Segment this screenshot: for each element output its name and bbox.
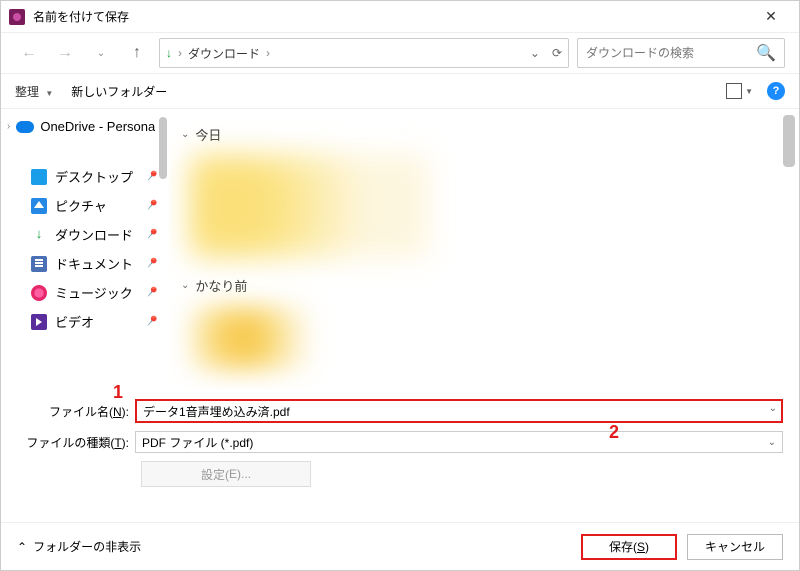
breadcrumb-sep: › <box>178 46 182 60</box>
quick-access-list: デスクトップ📍 ピクチャ📍 ↓ダウンロード📍 ドキュメント📍 ミュージック📍 ビ… <box>1 162 169 336</box>
footer: ⌃ フォルダーの非表示 保存(S) キャンセル <box>1 522 799 570</box>
filename-input[interactable] <box>135 399 783 423</box>
settings-button[interactable]: 設定(E)... <box>141 461 311 487</box>
view-mode-button[interactable]: ▼ <box>726 83 753 99</box>
sidebar-item-label: ミュージック <box>55 283 133 302</box>
chevron-down-icon: ⌄ <box>181 280 189 291</box>
callout-2: 2 <box>609 422 619 443</box>
desktop-icon <box>31 169 47 185</box>
sidebar-item-label: OneDrive - Persona <box>40 119 155 134</box>
address-bar[interactable]: ↓ › ダウンロード › ⌄ ⟳ <box>159 38 569 68</box>
save-button[interactable]: 保存(S) <box>581 534 677 560</box>
form-area: 1 ファイル名(N): ⌄ ファイルの種類(T): PDF ファイル (*.pd… <box>1 389 799 493</box>
search-input[interactable] <box>586 46 756 60</box>
chevron-down-icon: ▼ <box>45 89 53 98</box>
sidebar-item-documents[interactable]: ドキュメント📍 <box>1 249 169 278</box>
onedrive-icon <box>16 121 34 133</box>
downloads-icon: ↓ <box>166 46 172 60</box>
back-button[interactable]: ← <box>15 39 43 67</box>
main-area: › OneDrive - Persona デスクトップ📍 ピクチャ📍 ↓ ダウンロ… <box>1 109 799 389</box>
search-box[interactable]: 🔍 <box>577 38 785 68</box>
chevron-down-icon: ⌄ <box>181 129 189 140</box>
forward-button[interactable]: → <box>51 39 79 67</box>
sidebar-scrollbar[interactable] <box>157 109 169 389</box>
group-label: かなり前 <box>195 276 247 295</box>
pictures-icon <box>31 198 47 214</box>
videos-icon <box>31 314 47 330</box>
organize-label: 整理 <box>15 85 39 99</box>
recent-dropdown[interactable]: ⌄ <box>87 39 115 67</box>
sidebar-item-label: ビデオ <box>55 312 94 331</box>
close-button[interactable]: ✕ <box>751 8 791 25</box>
view-icon <box>726 83 742 99</box>
sidebar: › OneDrive - Persona デスクトップ📍 ピクチャ📍 ↓ ダウンロ… <box>1 109 169 389</box>
sidebar-item-label: ダウンロード <box>55 225 133 244</box>
search-icon[interactable]: 🔍 <box>756 43 776 63</box>
sidebar-item-label: ドキュメント <box>55 254 133 273</box>
app-icon <box>9 9 25 25</box>
documents-icon <box>31 256 47 272</box>
music-icon <box>31 285 47 301</box>
filename-label: ファイル名(N): <box>17 403 135 420</box>
sidebar-item-videos[interactable]: ビデオ📍 <box>1 307 169 336</box>
group-header-today[interactable]: ⌄ 今日 <box>181 125 787 144</box>
sidebar-item-pictures[interactable]: ピクチャ📍 <box>1 191 169 220</box>
breadcrumb-sep: › <box>266 46 270 60</box>
group-label: 今日 <box>195 125 221 144</box>
sidebar-item-desktop[interactable]: デスクトップ📍 <box>1 162 169 191</box>
file-list[interactable]: ⌄ 今日 ⌄ かなり前 <box>169 109 799 389</box>
filetype-value: PDF ファイル (*.pdf) <box>142 434 253 451</box>
blurred-thumbnail <box>189 305 309 371</box>
organize-menu[interactable]: 整理 ▼ <box>15 83 53 100</box>
title-bar: 名前を付けて保存 ✕ <box>1 1 799 33</box>
scrollbar-thumb[interactable] <box>159 117 167 179</box>
blurred-thumbnails <box>189 154 429 258</box>
group-header-long-ago[interactable]: ⌄ かなり前 <box>181 276 787 295</box>
expand-icon[interactable]: › <box>7 121 10 132</box>
window-title: 名前を付けて保存 <box>33 8 751 25</box>
toolbar: 整理 ▼ 新しいフォルダー ▼ ? <box>1 73 799 109</box>
sidebar-item-downloads[interactable]: ↓ダウンロード📍 <box>1 220 169 249</box>
refresh-icon[interactable]: ⟳ <box>552 46 562 60</box>
chevron-down-icon: ▼ <box>745 87 753 96</box>
filetype-select[interactable]: PDF ファイル (*.pdf) ⌄ <box>135 431 783 453</box>
sidebar-item-label: デスクトップ <box>55 167 133 186</box>
address-dropdown-icon[interactable]: ⌄ <box>530 46 540 60</box>
callout-1: 1 <box>113 382 123 403</box>
chevron-up-icon: ⌃ <box>17 540 27 554</box>
chevron-down-icon: ⌄ <box>768 437 776 448</box>
cancel-button[interactable]: キャンセル <box>687 534 783 560</box>
content-scrollbar-thumb[interactable] <box>783 115 795 167</box>
sidebar-item-onedrive[interactable]: › OneDrive - Persona <box>1 113 169 140</box>
hide-folders-toggle[interactable]: ⌃ フォルダーの非表示 <box>17 538 141 555</box>
downloads-icon: ↓ <box>31 227 47 243</box>
help-button[interactable]: ? <box>767 82 785 100</box>
new-folder-button[interactable]: 新しいフォルダー <box>71 83 167 100</box>
filetype-label: ファイルの種類(T): <box>17 434 135 451</box>
up-button[interactable]: ↑ <box>123 39 151 67</box>
hide-folders-label: フォルダーの非表示 <box>33 538 141 555</box>
sidebar-item-music[interactable]: ミュージック📍 <box>1 278 169 307</box>
filename-dropdown-icon[interactable]: ⌄ <box>769 403 777 414</box>
breadcrumb-item[interactable]: ダウンロード <box>188 45 260 62</box>
nav-row: ← → ⌄ ↑ ↓ › ダウンロード › ⌄ ⟳ 🔍 <box>1 33 799 73</box>
sidebar-item-label: ピクチャ <box>55 196 107 215</box>
